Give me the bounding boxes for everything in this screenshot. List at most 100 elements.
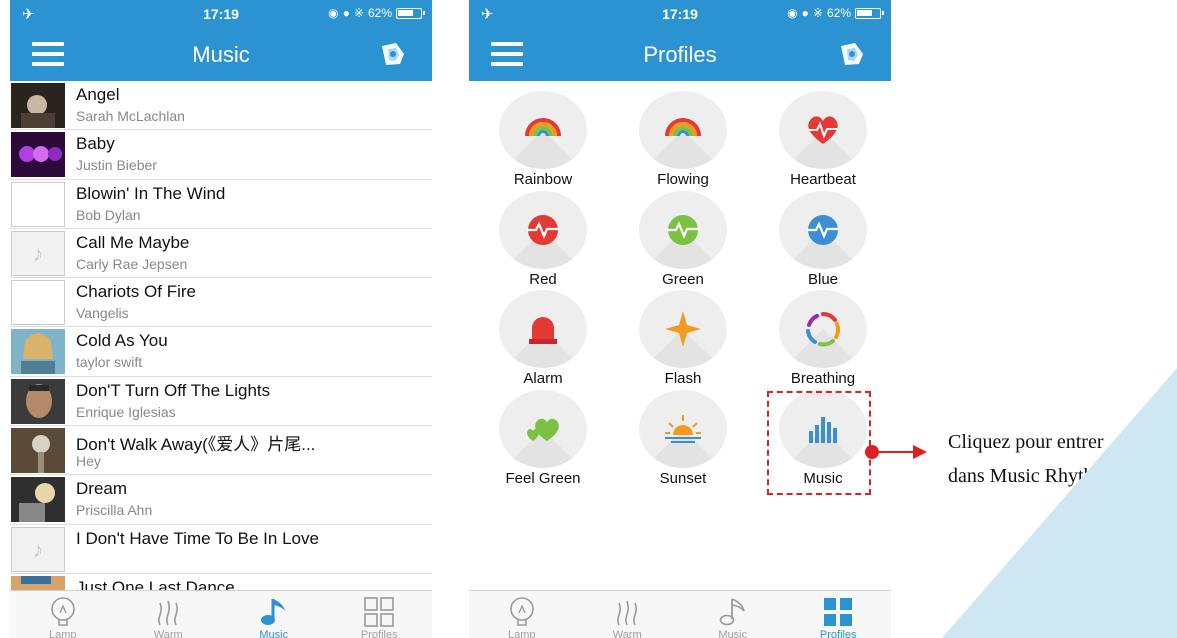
song-artist: Enrique Iglesias: [76, 403, 176, 420]
tab-label: Music: [718, 629, 748, 638]
pulse-icon: [527, 215, 559, 245]
tab-profiles[interactable]: Profiles: [327, 591, 433, 638]
album-art: [11, 378, 65, 424]
album-art-placeholder: [11, 181, 65, 227]
profile-heartbeat[interactable]: Heartbeat: [768, 91, 878, 191]
bluetooth-status-icon: ※: [353, 6, 364, 20]
color-wheel-icon: [806, 312, 841, 347]
tab-label: Profiles: [819, 629, 857, 638]
page-title: Music: [192, 42, 250, 67]
profile-label: Blue: [807, 271, 839, 288]
bars-icon: [809, 417, 837, 443]
tab-label: Warm: [153, 629, 183, 638]
album-art: [11, 83, 65, 128]
green-hearts-icon: [527, 418, 559, 441]
song-artist: Justin Bieber: [76, 157, 157, 174]
speaker-connect-icon[interactable]: [837, 40, 867, 68]
tab-music[interactable]: Music: [221, 591, 327, 638]
bluetooth-status-icon: ※: [812, 6, 823, 20]
profile-blue[interactable]: Blue: [768, 191, 878, 291]
tab-bar: Lamp Warm Music Profiles: [469, 590, 891, 638]
list-item[interactable]: Just One Last Dance: [10, 574, 432, 590]
tab-lamp[interactable]: Lamp: [469, 591, 575, 638]
rainbow-icon: [525, 118, 561, 137]
status-bar: ✈ 17:19 ◉ ● ※ 62%: [469, 0, 891, 26]
song-title: Dream: [76, 479, 128, 499]
song-title: Angel: [76, 85, 120, 104]
profile-green[interactable]: Green: [628, 191, 738, 291]
tab-profiles[interactable]: Profiles: [786, 591, 892, 638]
list-item[interactable]: Baby Justin Bieber: [10, 130, 432, 180]
star-flash-icon: [665, 311, 701, 347]
tab-warm[interactable]: Warm: [116, 591, 222, 638]
list-item[interactable]: ♪ I Don't Have Time To Be In Love: [10, 525, 432, 574]
song-title: Cold As You: [76, 331, 168, 351]
music-screen: ✈ 17:19 ◉ ● ※ 62% Music Angel Sarah McLa…: [10, 0, 432, 638]
page-title: Profiles: [643, 42, 717, 67]
rainbow-icon: [665, 118, 701, 137]
battery-percent: 62%: [367, 6, 392, 20]
profile-label: Flash: [664, 370, 702, 387]
battery-icon: [396, 7, 425, 19]
tab-label: Warm: [612, 629, 642, 638]
profile-label: Alarm: [523, 370, 563, 387]
speaker-connect-icon[interactable]: [378, 40, 408, 68]
profile-label: Red: [529, 271, 557, 288]
list-item[interactable]: Blowin' In The Wind Bob Dylan: [10, 180, 432, 229]
heart-pulse-icon: [808, 116, 838, 144]
song-title: Blowin' In The Wind: [76, 183, 226, 203]
decorative-corner: [942, 368, 1177, 638]
album-art: [11, 575, 65, 590]
album-art-placeholder: [11, 280, 65, 326]
song-artist: Vangelis: [76, 305, 129, 322]
lock-rotation-icon: ◉: [328, 6, 339, 20]
list-item[interactable]: ♪ Call Me Maybe Carly Rae Jepsen: [10, 229, 432, 279]
tab-lamp[interactable]: Lamp: [10, 591, 116, 638]
list-item[interactable]: Angel Sarah McLachlan: [10, 81, 432, 131]
profile-flash[interactable]: Flash: [628, 290, 738, 390]
profile-flowing[interactable]: Flowing: [628, 91, 738, 191]
list-item[interactable]: Don't Walk Away(《爱人》片尾... Hey: [10, 426, 432, 476]
profile-label: Feel Green: [505, 470, 581, 487]
nav-bar: ✈ 17:19 ◉ ● ※ 62% Music: [10, 0, 432, 81]
profile-sunset[interactable]: Sunset: [628, 390, 738, 490]
profile-red[interactable]: Red: [488, 191, 598, 291]
bulb-icon: [509, 597, 534, 626]
music-note-icon: [260, 599, 285, 625]
steam-icon: [158, 600, 179, 626]
profile-feel-green[interactable]: Feel Green: [488, 390, 598, 490]
nav-bar: ✈ 17:19 ◉ ● ※ 62% Profiles: [469, 0, 891, 81]
song-title: Chariots Of Fire: [76, 282, 196, 302]
tab-music[interactable]: Music: [680, 591, 786, 638]
profile-breathing[interactable]: Breathing: [768, 290, 878, 390]
pulse-icon: [667, 215, 699, 245]
tab-label: Profiles: [360, 629, 398, 638]
album-art: [11, 329, 65, 375]
song-list: Angel Sarah McLachlan Baby Justin Bieber…: [10, 81, 432, 590]
battery-percent: 62%: [826, 6, 851, 20]
grid-icon: [364, 597, 395, 627]
list-item[interactable]: Dream Priscilla Ahn: [10, 475, 432, 525]
profile-alarm[interactable]: Alarm: [488, 290, 598, 390]
list-item[interactable]: Chariots Of Fire Vangelis: [10, 278, 432, 328]
profile-label: Sunset: [659, 470, 707, 487]
tab-label: Music: [259, 629, 289, 638]
arrow-head-icon: [913, 445, 927, 459]
tab-label: Lamp: [507, 629, 536, 638]
song-title: Don't Walk Away(《爱人》片尾...: [76, 435, 316, 455]
profile-rainbow[interactable]: Rainbow: [488, 91, 598, 191]
song-title: Don'T Turn Off The Lights: [76, 380, 271, 400]
song-artist: Bob Dylan: [76, 206, 141, 223]
alarm-icon: ●: [801, 6, 809, 20]
song-title: Baby: [76, 134, 115, 154]
list-item[interactable]: Cold As You taylor swift: [10, 327, 432, 377]
list-item[interactable]: Don'T Turn Off The Lights Enrique Iglesi…: [10, 377, 432, 427]
album-art: [11, 477, 65, 523]
tab-warm[interactable]: Warm: [575, 591, 681, 638]
album-art: [11, 132, 65, 178]
profile-label: Heartbeat: [790, 171, 856, 188]
pulse-icon: [807, 215, 839, 245]
annotation-dot: [865, 445, 879, 459]
annotation-arrow: [879, 451, 915, 453]
tab-bar: Lamp Warm Music Profiles: [10, 590, 432, 638]
